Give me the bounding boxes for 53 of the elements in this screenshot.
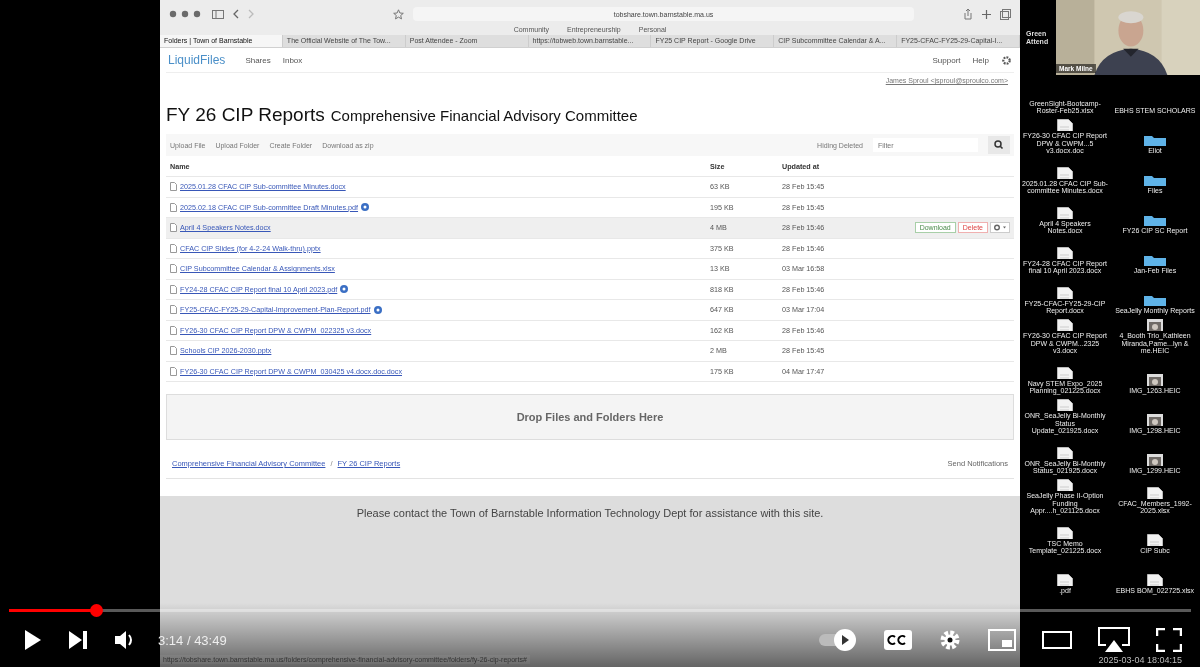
cast-icon[interactable]	[1098, 627, 1130, 653]
new-tab-icon[interactable]	[982, 9, 991, 19]
fullscreen-icon[interactable]	[1156, 628, 1182, 652]
image-thumbnail-icon[interactable]	[1147, 414, 1163, 427]
page-title: FY 26 CIP Reports	[166, 104, 325, 127]
autoplay-toggle[interactable]	[818, 628, 858, 652]
sidebar-icon[interactable]	[212, 9, 224, 19]
folder-icon[interactable]	[1144, 134, 1166, 147]
document-icon[interactable]	[1057, 526, 1073, 539]
nav-link[interactable]: Help	[972, 55, 989, 65]
theater-mode-icon[interactable]	[1042, 631, 1072, 649]
document-icon[interactable]	[1057, 119, 1073, 132]
document-icon[interactable]	[1057, 206, 1073, 219]
folder-icon[interactable]	[1144, 174, 1166, 187]
search-icon[interactable]	[988, 136, 1010, 155]
document-icon[interactable]	[1057, 399, 1073, 412]
back-icon[interactable]	[233, 9, 239, 19]
nav-link[interactable]: Inbox	[282, 55, 303, 65]
document-icon[interactable]	[1147, 534, 1163, 547]
tabs-overview-icon[interactable]	[1000, 8, 1011, 20]
image-thumbnail-icon[interactable]	[1147, 374, 1163, 387]
folder-icon[interactable]	[1144, 294, 1166, 307]
document-icon[interactable]	[1057, 286, 1073, 299]
miniplayer-icon[interactable]	[988, 629, 1016, 651]
drop-zone[interactable]: Drop Files and Folders Here	[166, 394, 1014, 441]
recording-timestamp: 2025-03-04 18:04:15	[1098, 655, 1182, 665]
settings-icon[interactable]	[938, 628, 962, 652]
page-subtitle: Comprehensive Financial Advisory Committee	[330, 107, 638, 125]
nav-link[interactable]: Support	[932, 55, 961, 65]
document-icon[interactable]	[1057, 319, 1073, 332]
image-thumbnail-icon[interactable]	[1147, 319, 1163, 332]
document-icon[interactable]	[1057, 166, 1073, 179]
window-controls-icon[interactable]	[169, 10, 203, 18]
settings-icon[interactable]	[1001, 54, 1012, 66]
document-icon[interactable]	[1147, 486, 1163, 499]
folder-icon[interactable]	[1144, 214, 1166, 227]
liquidfiles-logo[interactable]: LiquidFiles	[168, 53, 226, 68]
document-icon[interactable]	[1057, 479, 1073, 492]
captions-icon[interactable]	[884, 630, 912, 650]
document-icon[interactable]	[1057, 246, 1073, 259]
settings-dropdown[interactable]	[990, 222, 1010, 234]
nav-link[interactable]: Shares	[245, 55, 271, 65]
document-icon[interactable]	[1057, 574, 1073, 587]
folder-icon[interactable]	[1144, 254, 1166, 267]
share-icon[interactable]	[963, 8, 973, 20]
star-icon[interactable]	[393, 8, 404, 20]
play-icon[interactable]	[24, 629, 42, 651]
progress-bar[interactable]	[9, 604, 1191, 617]
document-icon[interactable]	[1057, 366, 1073, 379]
next-icon[interactable]	[68, 630, 88, 650]
document-icon[interactable]	[1147, 574, 1163, 587]
image-thumbnail-icon[interactable]	[1147, 454, 1163, 467]
document-icon[interactable]	[1057, 446, 1073, 459]
